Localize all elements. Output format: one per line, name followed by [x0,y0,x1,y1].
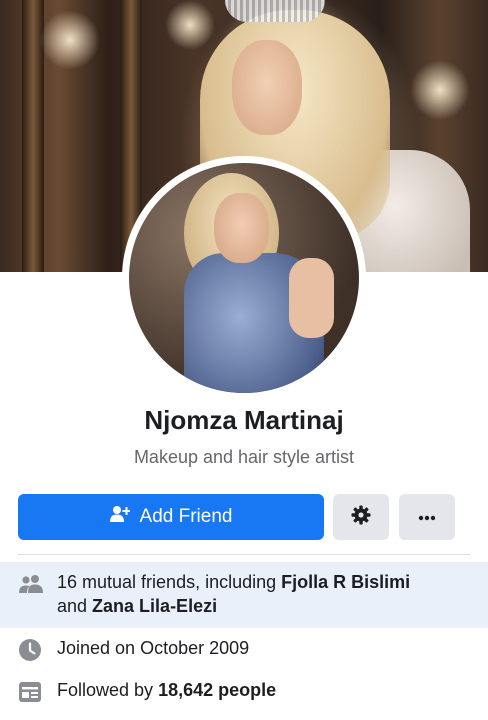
gear-icon [351,505,371,530]
avatar-decor [289,258,334,338]
mutual-friends-text: 16 mutual friends, including Fjolla R Bi… [57,570,410,618]
friends-icon [18,574,44,599]
followers-text: Followed by 18,642 people [57,678,276,702]
profile-picture[interactable] [129,163,359,393]
cover-decor [232,40,302,135]
add-friend-icon [109,505,131,529]
mutual-friends-row[interactable]: 16 mutual friends, including Fjolla R Bi… [0,562,488,628]
add-friend-button[interactable]: Add Friend [18,494,324,540]
cover-decor [410,60,470,120]
avatar-decor [214,193,269,263]
more-dots-icon [418,508,436,526]
followers-prefix: Followed by [57,680,159,700]
followers-count[interactable]: 18,642 people [158,680,276,700]
cover-decor [225,0,325,22]
mutual-friends-prefix: 16 mutual friends, including [57,572,282,592]
divider [18,554,470,555]
settings-button[interactable] [333,494,389,540]
cover-decor [40,10,100,70]
followers-row[interactable]: Followed by 18,642 people [0,678,488,706]
more-options-button[interactable] [399,494,455,540]
feed-icon [18,681,42,708]
clock-icon [18,638,42,667]
add-friend-label: Add Friend [139,506,233,527]
cover-decor [165,0,215,50]
mutual-friends-and: and [57,596,93,616]
mutual-friend-link[interactable]: Zana Lila-Elezi [92,596,217,616]
mutual-friend-link[interactable]: Fjolla R Bislimi [281,572,410,592]
profile-bio: Makeup and hair style artist [133,447,355,467]
joined-text: Joined on October 2009 [57,638,250,658]
joined-row: Joined on October 2009 [0,636,488,664]
profile-name: Njomza Martinaj [144,405,344,435]
